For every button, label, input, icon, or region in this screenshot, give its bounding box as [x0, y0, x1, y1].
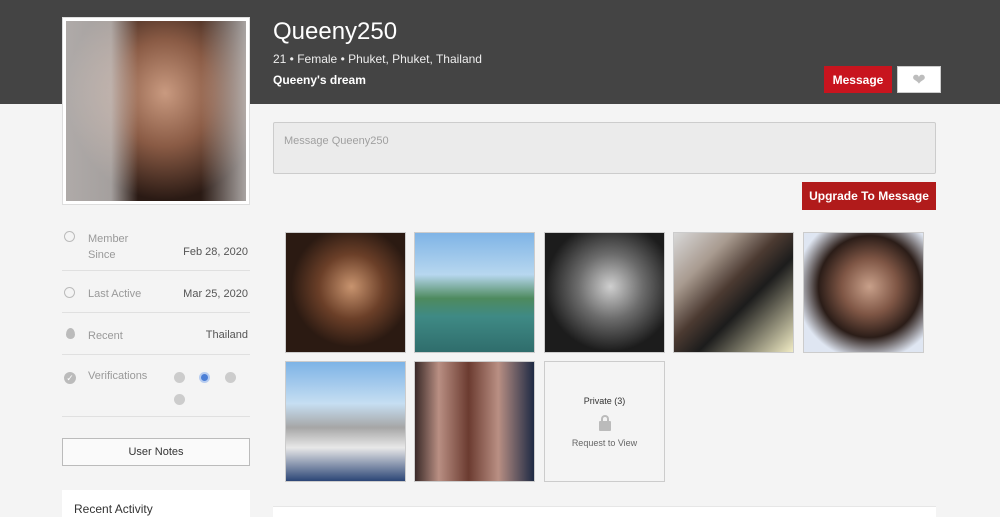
verifications-label: Verifications: [88, 370, 148, 382]
gallery-photo[interactable]: [544, 232, 665, 353]
upgrade-to-message-button[interactable]: Upgrade To Message: [802, 182, 936, 210]
gallery-photo[interactable]: [803, 232, 924, 353]
verifications-row: ✓ Verifications: [62, 355, 250, 417]
last-active-value: Mar 25, 2020: [183, 288, 248, 300]
request-to-view-label[interactable]: Request to View: [545, 438, 664, 448]
profile-tagline: Queeny's dream: [273, 73, 366, 87]
linkedin-icon: [174, 394, 185, 405]
map-pin-icon: [66, 328, 78, 340]
message-input[interactable]: [273, 122, 936, 174]
check-circle-icon: ✓: [64, 370, 76, 384]
gallery-photo[interactable]: [414, 232, 535, 353]
message-button[interactable]: Message: [824, 66, 892, 93]
recent-activity-title: Recent Activity: [74, 502, 153, 516]
member-since-label: Member Since: [88, 233, 129, 261]
gallery-photo[interactable]: [414, 361, 535, 482]
recent-label: Recent: [88, 330, 123, 342]
facebook-icon: [174, 372, 185, 383]
profile-meta: 21 • Female • Phuket, Phuket, Thailand: [273, 52, 482, 66]
heart-icon: ❤: [912, 71, 926, 89]
avatar-photo: [66, 21, 246, 201]
bottom-content-card: [273, 506, 936, 517]
gallery-photo[interactable]: [673, 232, 794, 353]
gallery-photo[interactable]: [285, 232, 406, 353]
private-photos-tile[interactable]: Private (3) Request to View: [544, 361, 665, 482]
user-icon: [225, 372, 236, 383]
profile-username: Queeny250: [273, 18, 398, 45]
clock-icon: [64, 231, 76, 243]
gallery-photo[interactable]: [285, 361, 406, 482]
recent-row: Recent Thailand: [62, 313, 250, 355]
private-photos-label: Private (3): [583, 396, 626, 406]
profile-avatar[interactable]: [62, 17, 250, 205]
instagram-icon: [199, 372, 210, 383]
last-active-row: Last Active Mar 25, 2020: [62, 271, 250, 313]
member-since-row: Member Since Feb 28, 2020: [62, 229, 250, 271]
recent-activity-card: Recent Activity: [62, 490, 250, 517]
last-active-label: Last Active: [88, 288, 142, 300]
clock-icon: [64, 287, 76, 299]
like-button[interactable]: ❤: [897, 66, 941, 93]
recent-value: Thailand: [205, 329, 248, 341]
lock-icon: [599, 415, 611, 431]
user-notes-button[interactable]: User Notes: [62, 438, 250, 466]
member-since-value: Feb 28, 2020: [183, 246, 248, 258]
